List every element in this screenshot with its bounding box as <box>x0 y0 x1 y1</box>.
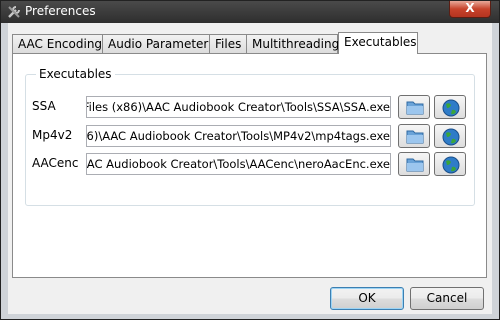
aacenc-path-field[interactable]: \AAC Audiobook Creator\Tools\AACenc\nero… <box>86 153 391 175</box>
close-button[interactable]: X <box>449 1 491 18</box>
ssa-web-button[interactable] <box>434 95 466 119</box>
mp4v2-browse-button[interactable] <box>398 124 430 148</box>
window-title: Preferences <box>25 4 96 18</box>
aacenc-browse-button[interactable] <box>398 152 430 176</box>
tab-audio-parameters[interactable]: Audio Parameters <box>102 34 215 53</box>
title-bar[interactable]: Preferences X <box>1 1 499 23</box>
mp4v2-label: Mp4v2 <box>32 128 73 142</box>
folder-icon <box>406 101 424 115</box>
aacenc-web-button[interactable] <box>434 152 466 176</box>
dialog-footer: OK Cancel <box>8 278 492 314</box>
aacenc-row: AACenc \AAC Audiobook Creator\Tools\AACe… <box>26 152 474 176</box>
ssa-row: SSA m Files (x86)\AAC Audiobook Creator\… <box>26 95 474 119</box>
aacenc-label: AACenc <box>32 156 79 170</box>
tab-files[interactable]: Files <box>209 34 247 53</box>
globe-icon <box>442 99 460 117</box>
executables-panel: Executables SSA m Files (x86)\AAC Audiob… <box>12 53 487 278</box>
mp4v2-row: Mp4v2 x86)\AAC Audiobook Creator\Tools\M… <box>26 124 474 148</box>
globe-icon <box>442 128 460 146</box>
ssa-browse-button[interactable] <box>398 95 430 119</box>
ssa-path-value: m Files (x86)\AAC Audiobook Creator\Tool… <box>86 100 390 114</box>
mp4v2-path-field[interactable]: x86)\AAC Audiobook Creator\Tools\MP4v2\m… <box>86 125 391 147</box>
globe-icon <box>442 156 460 174</box>
mp4v2-path-value: x86)\AAC Audiobook Creator\Tools\MP4v2\m… <box>86 129 390 143</box>
tab-aac-encoding[interactable]: AAC Encoding <box>12 34 103 53</box>
group-label: Executables <box>36 67 115 81</box>
tab-multithreading[interactable]: Multithreading <box>246 34 339 53</box>
folder-icon <box>406 158 424 172</box>
ok-button[interactable]: OK <box>330 287 404 310</box>
dialog-client: AAC Encoding Audio Parameters Files Mult… <box>8 23 492 314</box>
preferences-window: Preferences X AAC Encoding Audio Paramet… <box>0 0 500 320</box>
tools-icon <box>8 6 20 18</box>
ssa-path-field[interactable]: m Files (x86)\AAC Audiobook Creator\Tool… <box>86 96 391 118</box>
ssa-label: SSA <box>32 99 56 113</box>
cancel-button[interactable]: Cancel <box>410 287 484 310</box>
tab-executables[interactable]: Executables <box>338 32 418 54</box>
folder-icon <box>406 130 424 144</box>
aacenc-path-value: \AAC Audiobook Creator\Tools\AACenc\nero… <box>86 157 390 171</box>
executables-group: Executables SSA m Files (x86)\AAC Audiob… <box>25 67 475 206</box>
mp4v2-web-button[interactable] <box>434 124 466 148</box>
